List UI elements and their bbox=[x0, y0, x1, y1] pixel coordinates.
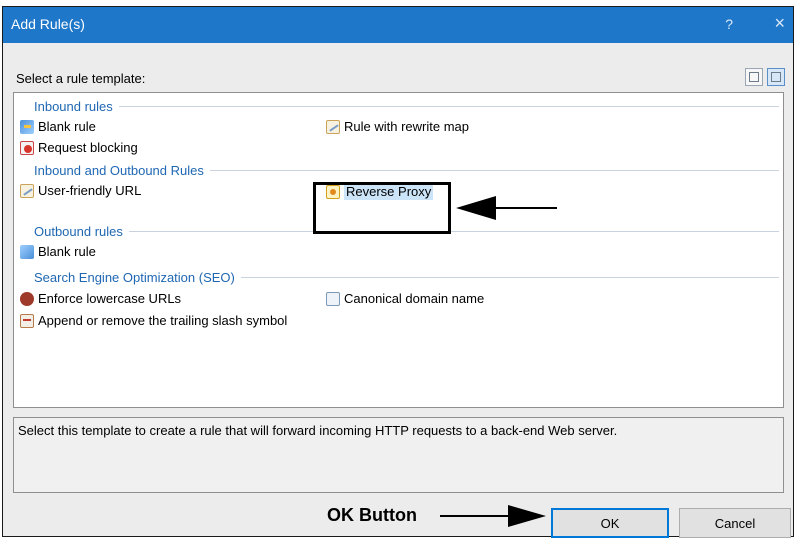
ok-button-annotation: OK Button bbox=[327, 505, 417, 525]
reverse-proxy-arrow bbox=[456, 196, 557, 220]
annotation-arrows bbox=[440, 196, 557, 527]
ok-button-arrow bbox=[440, 505, 546, 527]
